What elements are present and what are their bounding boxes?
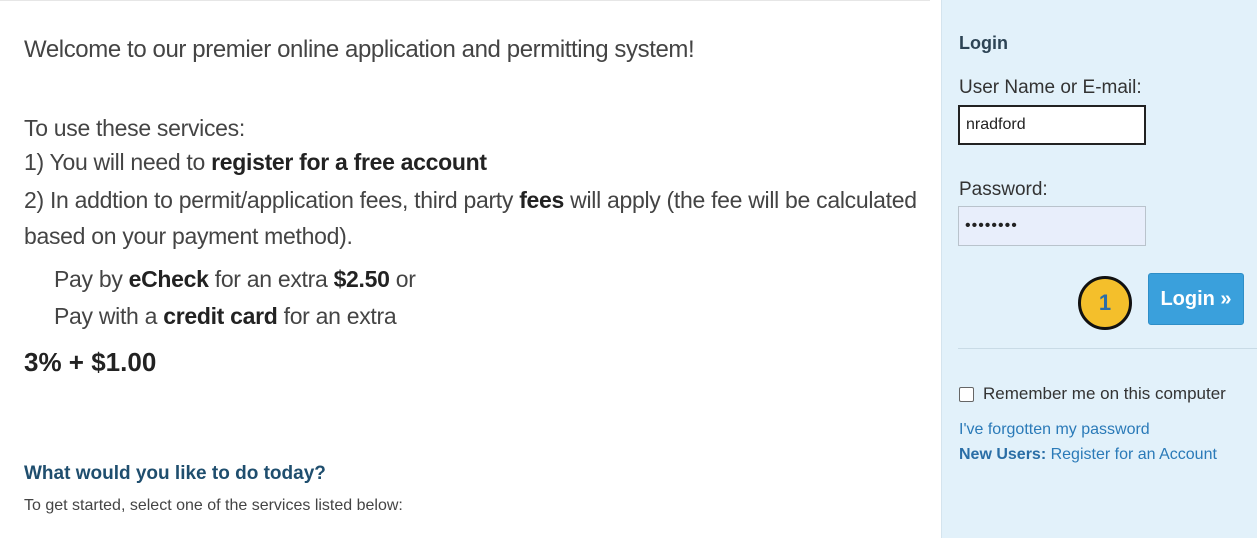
requirement-fees-prefix: 2) In addtion to permit/application fees… (24, 187, 520, 213)
echeck-prefix: Pay by (54, 266, 129, 292)
use-services-text: To use these services: (24, 115, 245, 141)
echeck-mid: for an extra (208, 266, 334, 292)
remember-me[interactable]: Remember me on this computer (959, 384, 1226, 404)
main-content: Welcome to our premier online applicatio… (0, 0, 930, 538)
credit-card-suffix: for an extra (277, 303, 397, 329)
credit-card-fee-line: Pay with a credit card for an extra (54, 303, 397, 330)
requirement-register-prefix: 1) You will need to (24, 149, 212, 175)
new-users-label: New Users: (959, 446, 1047, 463)
get-started-text: To get started, select one of the servic… (24, 497, 403, 514)
credit-card-text: credit card (163, 303, 278, 329)
credit-card-fee-amount: 3% + $1.00 (24, 347, 157, 377)
echeck-text: eCheck (128, 266, 209, 292)
remember-me-label: Remember me on this computer (983, 384, 1226, 403)
services-heading: What would you like to do today? (24, 463, 326, 484)
password-label: Password: (959, 179, 1048, 200)
sidebar-divider (958, 348, 1257, 349)
register-account-link[interactable]: Register for an Account (1046, 446, 1217, 463)
login-title: Login (959, 33, 1008, 53)
echeck-amount: $2.50 (333, 266, 390, 292)
remember-me-checkbox[interactable] (959, 386, 974, 402)
new-users-line: New Users: Register for an Account (959, 446, 1217, 464)
forgot-password-link[interactable]: I've forgotten my password (959, 421, 1150, 439)
requirement-fees: 2) In addtion to permit/application fees… (24, 187, 917, 214)
username-label: User Name or E-mail: (959, 77, 1142, 98)
fees-text: fees (519, 187, 565, 213)
username-input[interactable] (958, 105, 1146, 145)
login-button[interactable]: Login » (1148, 273, 1244, 325)
requirement-register: 1) You will need to register for a free … (24, 149, 487, 176)
password-input[interactable] (958, 206, 1146, 246)
credit-card-prefix: Pay with a (54, 303, 164, 329)
login-sidebar: Login User Name or E-mail: Password: 1 L… (941, 0, 1257, 538)
requirement-fees-continued: based on your payment method). (24, 223, 353, 249)
echeck-suffix: or (389, 266, 416, 292)
requirement-fees-suffix: will apply (the fee will be calculated (564, 187, 917, 213)
register-free-account-text: register for a free account (211, 149, 487, 175)
echeck-fee-line: Pay by eCheck for an extra $2.50 or (54, 266, 416, 293)
step-badge: 1 (1078, 276, 1132, 330)
welcome-text: Welcome to our premier online applicatio… (24, 36, 695, 63)
